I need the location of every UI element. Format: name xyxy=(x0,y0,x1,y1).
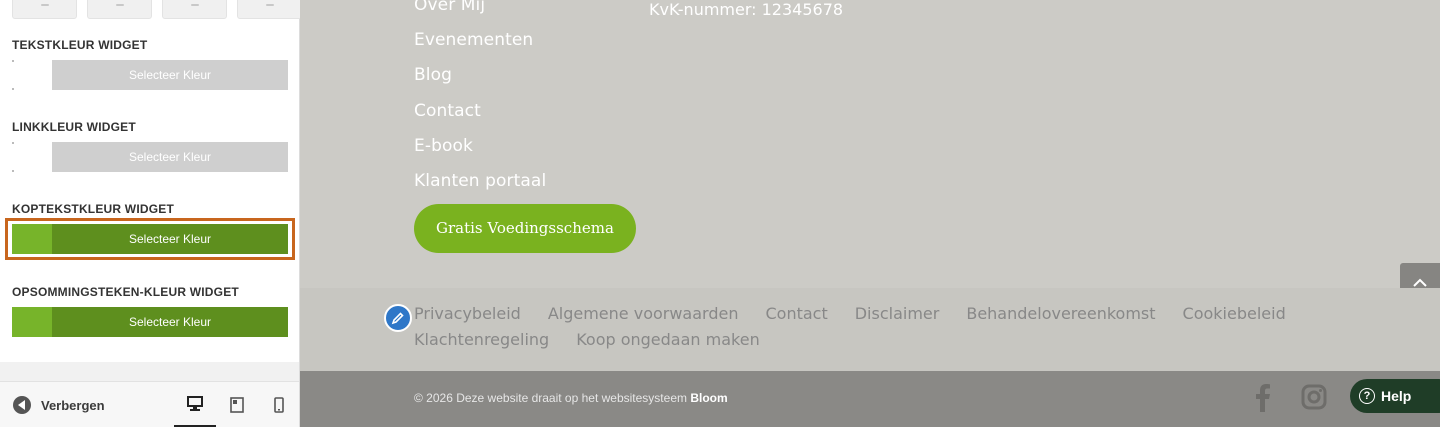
legal-link-cookiebeleid[interactable]: Cookiebeleid xyxy=(1183,304,1286,324)
align-option-button[interactable] xyxy=(237,0,302,19)
nav-link-ebook[interactable]: E-book xyxy=(414,135,546,170)
tablet-icon xyxy=(230,397,244,413)
edit-pencil-icon[interactable] xyxy=(384,304,412,332)
sidebar-footer: Verbergen xyxy=(0,381,299,427)
help-label: Help xyxy=(1381,388,1412,404)
legal-links-band: Privacybeleid Algemene voorwaarden Conta… xyxy=(300,288,1440,371)
hide-label: Verbergen xyxy=(41,397,105,413)
legal-link-koop-ongedaan-maken[interactable]: Koop ongedaan maken xyxy=(576,330,760,350)
nav-link-contact[interactable]: Contact xyxy=(414,100,546,135)
select-color-button[interactable]: Selecteer Kleur xyxy=(52,60,288,90)
color-picker[interactable]: Selecteer Kleur xyxy=(12,307,288,337)
collapse-arrow-icon xyxy=(13,396,31,414)
desktop-icon xyxy=(187,396,203,411)
section-title: KOPTEKSTKLEUR WIDGET xyxy=(12,202,174,216)
cta-button[interactable]: Gratis Voedingsschema xyxy=(414,204,636,253)
heading-color-section: KOPTEKSTKLEUR WIDGET Selecteer Kleur xyxy=(5,202,295,260)
facebook-icon[interactable] xyxy=(1255,384,1271,417)
copyright-prefix: © 2026 Deze website draait op het websit… xyxy=(414,391,687,405)
instagram-icon[interactable] xyxy=(1301,384,1327,415)
section-title: OPSOMMINGSTEKEN-KLEUR WIDGET xyxy=(12,285,239,299)
mobile-preview-button[interactable] xyxy=(258,382,300,427)
align-option-button[interactable] xyxy=(162,0,227,19)
desktop-preview-button[interactable] xyxy=(174,382,216,427)
legal-link-algemene-voorwaarden[interactable]: Algemene voorwaarden xyxy=(548,304,739,324)
align-option-button[interactable] xyxy=(87,0,152,19)
legal-link-disclaimer[interactable]: Disclaimer xyxy=(855,304,940,324)
color-picker[interactable]: Selecteer Kleur xyxy=(12,60,288,90)
legal-link-privacybeleid[interactable]: Privacybeleid xyxy=(414,304,521,324)
tablet-preview-button[interactable] xyxy=(216,382,258,427)
site-preview: Over Mij Evenementen Blog Contact E-book… xyxy=(300,0,1440,427)
copyright-text: © 2026 Deze website draait op het websit… xyxy=(414,391,728,405)
nav-link-klanten-portaal[interactable]: Klanten portaal xyxy=(414,170,546,205)
color-swatch[interactable] xyxy=(12,142,52,172)
chevron-up-icon xyxy=(1413,278,1427,287)
help-button[interactable]: ? Help xyxy=(1350,379,1440,413)
footer-nav: Over Mij Evenementen Blog Contact E-book… xyxy=(414,0,546,205)
select-color-button[interactable]: Selecteer Kleur xyxy=(52,224,288,254)
legal-link-behandelovereenkomst[interactable]: Behandelovereenkomst xyxy=(966,304,1155,324)
section-title: TEKSTKLEUR WIDGET xyxy=(12,38,148,52)
legal-links: Privacybeleid Algemene voorwaarden Conta… xyxy=(414,304,1314,350)
color-swatch[interactable] xyxy=(12,60,52,90)
select-color-button[interactable]: Selecteer Kleur xyxy=(52,307,288,337)
legal-link-klachtenregeling[interactable]: Klachtenregeling xyxy=(414,330,549,350)
color-picker[interactable]: Selecteer Kleur xyxy=(12,142,288,172)
color-swatch[interactable] xyxy=(12,224,52,254)
bullet-color-section: OPSOMMINGSTEKEN-KLEUR WIDGET Selecteer K… xyxy=(12,285,288,337)
link-color-section: LINKKLEUR WIDGET Selecteer Kleur xyxy=(12,120,288,172)
copyright-brand-link[interactable]: Bloom xyxy=(690,391,727,405)
kvk-number: KvK-nummer: 12345678 xyxy=(649,0,844,19)
mobile-icon xyxy=(274,397,284,413)
hide-sidebar-button[interactable]: Verbergen xyxy=(13,396,105,414)
legal-link-contact[interactable]: Contact xyxy=(765,304,827,324)
question-icon: ? xyxy=(1359,388,1375,404)
customizer-sidebar: TEKSTKLEUR WIDGET Selecteer Kleur LINKKL… xyxy=(0,0,302,427)
select-color-button[interactable]: Selecteer Kleur xyxy=(52,142,288,172)
color-picker[interactable]: Selecteer Kleur xyxy=(12,224,288,254)
color-swatch[interactable] xyxy=(12,307,52,337)
page: TEKSTKLEUR WIDGET Selecteer Kleur LINKKL… xyxy=(0,0,1440,427)
copyright-bar: © 2026 Deze website draait op het websit… xyxy=(300,371,1440,427)
section-title: LINKKLEUR WIDGET xyxy=(12,120,136,134)
nav-link-over-mij[interactable]: Over Mij xyxy=(414,0,546,29)
nav-link-blog[interactable]: Blog xyxy=(414,64,546,99)
nav-link-evenementen[interactable]: Evenementen xyxy=(414,29,546,64)
alignment-buttons xyxy=(12,0,302,19)
sidebar-divider xyxy=(0,362,299,381)
align-option-button[interactable] xyxy=(12,0,77,19)
text-color-section: TEKSTKLEUR WIDGET Selecteer Kleur xyxy=(12,38,288,90)
